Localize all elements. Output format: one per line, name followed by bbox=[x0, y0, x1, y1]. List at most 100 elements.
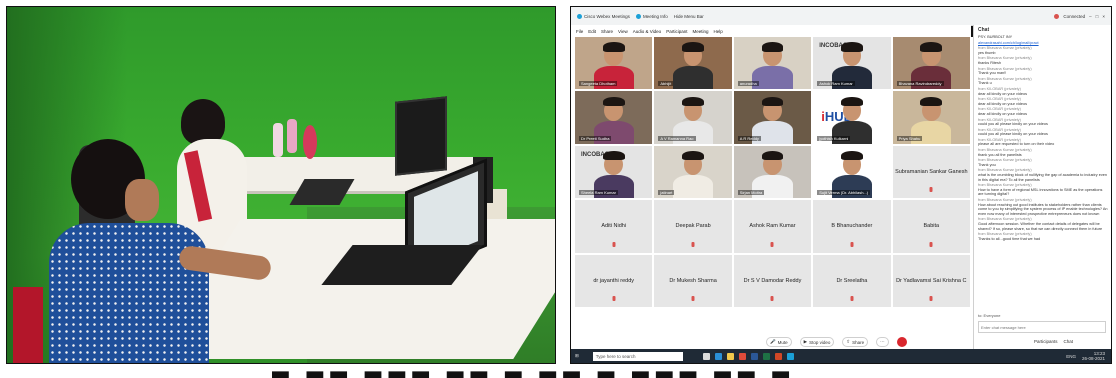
participant-tile[interactable]: Ashok Ram Kumar bbox=[733, 200, 812, 253]
participant-tile[interactable]: iHUB jyothish Kulkarni bbox=[813, 91, 891, 144]
menu-help[interactable]: Help bbox=[713, 29, 722, 34]
participant-tile[interactable]: INCOBACT Sheela Ram Kumar bbox=[575, 145, 653, 199]
desktop-monitor bbox=[395, 96, 447, 176]
water-bottle bbox=[273, 123, 283, 157]
chat-message: from Bhavana Kumar (privately) Thank you … bbox=[978, 67, 1108, 76]
participant-tile[interactable]: INCOBACT Ashok Ram Kumar bbox=[813, 37, 891, 90]
participant-tile[interactable]: Deepak Parab bbox=[654, 200, 732, 253]
participant-tile[interactable]: anuradha bbox=[733, 37, 812, 90]
chat-text: Thanks to all...good time that we had bbox=[978, 236, 1041, 241]
muted-mic-icon bbox=[691, 241, 695, 247]
participant-tile[interactable]: Sangeeta Dhotham bbox=[575, 37, 653, 90]
participant-tile[interactable]: Dr Yadlavamsi Sai Krishna C bbox=[892, 254, 970, 307]
chat-recipient-select[interactable]: to: Everyone bbox=[978, 313, 1000, 318]
meeting-info-button[interactable]: Meeting Info bbox=[635, 13, 668, 19]
participants-button[interactable]: Participants bbox=[1034, 339, 1058, 344]
participant-hair bbox=[761, 151, 784, 161]
participant-name: Aditi Nidhi bbox=[601, 223, 627, 230]
participant-tile[interactable]: Priya Shahu bbox=[892, 91, 970, 144]
chat-button[interactable]: Chat bbox=[1064, 339, 1074, 344]
participant-tile[interactable]: Aditi Nidhi bbox=[575, 200, 653, 253]
water-bottle-2 bbox=[287, 119, 297, 153]
file-explorer-icon[interactable] bbox=[726, 352, 734, 360]
connection-status-icon bbox=[1054, 13, 1060, 19]
participant-name: Dr Mukesh Sharma bbox=[669, 277, 717, 284]
mute-button[interactable]: 🎤 Mute bbox=[766, 337, 792, 347]
chat-text: How to have a form of regional MSL innov… bbox=[978, 187, 1103, 197]
menu-edit[interactable]: Edit bbox=[588, 29, 596, 34]
participant-tile[interactable]: dr jayanthi reddy bbox=[575, 254, 653, 307]
chat-text: what is the crumbling block of nullifyin… bbox=[978, 173, 1107, 182]
chat-link[interactable]: alexandrasahi.com/ch/log/mail/pract bbox=[978, 41, 1108, 46]
participant-tile[interactable]: Subramanian Sankar Ganesh bbox=[892, 145, 970, 199]
chat-message-list[interactable]: PSY. BURBOLT INY alexandrasahi.com/ch/log… bbox=[974, 35, 1111, 241]
participant-tile[interactable]: Dr Sreelatha bbox=[813, 254, 891, 307]
participant-tile[interactable]: Dr Preeti Sudha bbox=[575, 91, 653, 144]
more-options-button[interactable]: ⋯ bbox=[876, 337, 889, 347]
mic-icon: 🎤 bbox=[770, 339, 776, 344]
participant-hair bbox=[602, 151, 625, 161]
chat-text: could you all please kindly on your vide… bbox=[978, 132, 1048, 137]
participant-tile[interactable]: B Bhanuchander bbox=[813, 200, 891, 253]
system-clock[interactable]: 13:23 26-08-2021 bbox=[1082, 351, 1105, 361]
hide-menu-button[interactable]: Hide Menu Bar bbox=[674, 14, 704, 19]
participant-tile[interactable]: Dr Mukesh Sharma bbox=[654, 254, 732, 307]
chat-message: from Bhavana Kumar (privately) Thanks to … bbox=[978, 232, 1108, 241]
participant-tile[interactable]: Sujit Verma (Dr. Abhilash...) bbox=[813, 145, 891, 199]
task-view-icon[interactable] bbox=[702, 352, 710, 360]
stop-video-button[interactable]: ▶ Stop video bbox=[799, 337, 835, 347]
participant-hair bbox=[682, 96, 704, 107]
powerpoint-icon[interactable] bbox=[774, 352, 782, 360]
participant-hair bbox=[920, 42, 943, 52]
menu-participant[interactable]: Participant bbox=[666, 29, 687, 34]
participant-name: Abhijit bbox=[658, 81, 674, 87]
panelist-seated-front bbox=[29, 139, 273, 363]
chat-message: PSY. BURBOLT INY bbox=[978, 35, 1108, 40]
taskbar-search[interactable]: Type here to search bbox=[592, 351, 683, 361]
participant-tile[interactable]: A R Reddy bbox=[733, 91, 812, 144]
share-button[interactable]: ⇧ Share bbox=[842, 337, 869, 347]
participant-tile[interactable]: Sirjan Moitra bbox=[733, 145, 812, 199]
info-icon bbox=[635, 13, 641, 19]
muted-mic-icon bbox=[929, 241, 933, 247]
chat-message: from Bhavana Kumar (privately) thanks Rit… bbox=[978, 56, 1108, 65]
edge-icon[interactable] bbox=[714, 352, 722, 360]
menu-meeting[interactable]: Meeting bbox=[692, 29, 708, 34]
participant-hair bbox=[682, 151, 704, 161]
participant-torso bbox=[672, 66, 714, 90]
menu-file[interactable]: File bbox=[576, 29, 583, 34]
connection-status[interactable]: Connected bbox=[1063, 14, 1085, 19]
maximize-icon[interactable]: □ bbox=[1096, 14, 1099, 19]
minimize-icon[interactable]: – bbox=[1089, 14, 1092, 19]
participant-tile[interactable]: Bhavana Ravindrareddy bbox=[892, 37, 970, 90]
menu-share[interactable]: Share bbox=[601, 29, 613, 34]
participant-tile[interactable]: A V Ramanna Rao bbox=[654, 91, 732, 144]
participant-tile[interactable]: Abhijit bbox=[654, 37, 732, 90]
share-icon: ⇧ bbox=[846, 339, 851, 344]
webex-taskbar-icon[interactable] bbox=[786, 352, 794, 360]
participant-name: jyothish Kulkarni bbox=[817, 135, 851, 141]
participant-tile[interactable]: Babita bbox=[892, 200, 970, 253]
chat-text: Thank you man!! bbox=[978, 71, 1007, 76]
participant-tile[interactable]: jatinart bbox=[654, 145, 732, 199]
flower-vase bbox=[303, 125, 317, 159]
menu-view[interactable]: View bbox=[618, 29, 628, 34]
close-icon[interactable]: × bbox=[1102, 14, 1105, 19]
excel-icon[interactable] bbox=[762, 352, 770, 360]
chat-message: from KILOBAR (privately) could you all pl… bbox=[978, 128, 1108, 137]
menu-audio-video[interactable]: Audio & Video bbox=[633, 29, 661, 34]
chat-text: dear all kindly on your videos bbox=[978, 91, 1027, 96]
end-call-button[interactable] bbox=[896, 337, 907, 347]
word-icon[interactable] bbox=[750, 352, 758, 360]
language-indicator[interactable]: ENG bbox=[1066, 354, 1076, 359]
windows-start-icon[interactable]: ⊞ bbox=[575, 353, 579, 359]
chat-text: How about reaching out good institutes t… bbox=[978, 202, 1108, 216]
participant-hair bbox=[602, 42, 625, 52]
participant-tile[interactable]: Dr S V Damodar Reddy bbox=[733, 254, 812, 307]
chat-input[interactable] bbox=[978, 321, 1106, 333]
chat-text: Thank you bbox=[978, 162, 996, 167]
chrome-icon[interactable] bbox=[738, 352, 746, 360]
more-icon: ⋯ bbox=[880, 339, 885, 344]
muted-mic-icon bbox=[770, 296, 774, 301]
participant-name: A R Reddy bbox=[737, 135, 761, 141]
